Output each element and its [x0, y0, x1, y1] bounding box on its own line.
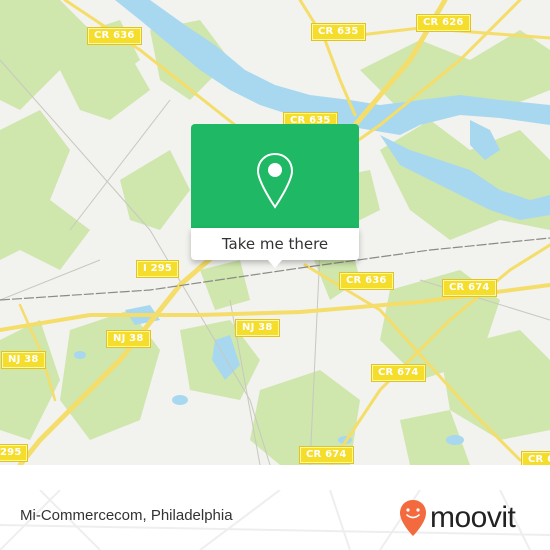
road-label-cr635-north: CR 635 [312, 24, 365, 40]
footer-bar: Mi-Commercecom, Philadelphia moovit [0, 490, 550, 550]
moovit-pin-icon [400, 500, 426, 536]
road-label-cr674-south: CR 674 [300, 447, 353, 463]
road-label-cr674-mid: CR 674 [372, 365, 425, 381]
road-label-cr636-nw: CR 636 [88, 28, 141, 44]
popup-header [191, 124, 359, 228]
road-label-cr626: CR 626 [417, 15, 470, 31]
road-label-cr674-ne: CR 674 [443, 280, 496, 296]
popup-pointer [267, 259, 283, 268]
road-label-nj38-west: NJ 38 [2, 352, 45, 368]
road-label-cr636-east: CR 636 [340, 273, 393, 289]
map-view[interactable]: CR 636 CR 635 CR 626 CR 635 I 295 CR 636… [0, 0, 550, 465]
road-label-nj38-mid: NJ 38 [107, 331, 150, 347]
road-label-nj38-center: NJ 38 [236, 320, 279, 336]
moovit-wordmark: moovit [430, 501, 516, 534]
map-pin-icon [256, 152, 294, 209]
moovit-logo[interactable]: moovit [398, 498, 516, 538]
road-label-i295: I 295 [137, 261, 179, 277]
place-name: Mi-Commercecom, Philadelphia [20, 507, 233, 524]
road-label-cr6-edge: CR 6 [522, 452, 550, 465]
take-me-there-button[interactable]: Take me there [191, 228, 359, 260]
location-popup[interactable]: Take me there [191, 124, 359, 268]
road-label-i295-sw: 295 [0, 445, 28, 461]
